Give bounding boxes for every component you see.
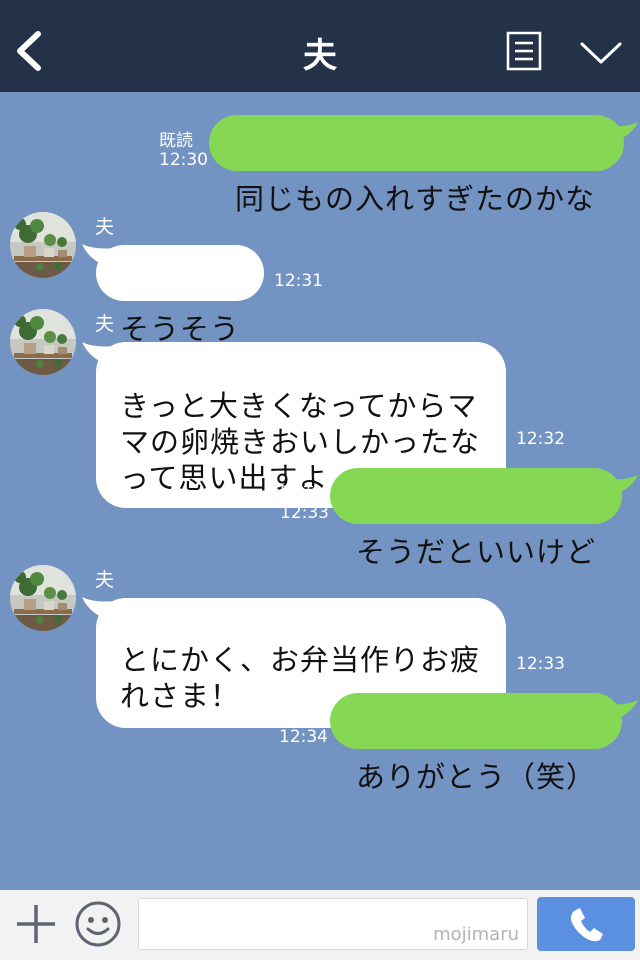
plus-icon <box>17 905 55 943</box>
sender-name: 夫 <box>95 313 115 335</box>
chat-area[interactable]: 既読 12:30 同じもの入れすぎたのかな 夫 そうそう 12:31 夫 きっと… <box>0 92 640 890</box>
message-time: 12:30 <box>159 150 208 170</box>
sent-message-bubble: ありがとう（笑） <box>330 693 623 794</box>
dropdown-button[interactable] <box>578 36 624 70</box>
sender-name: 夫 <box>95 569 115 591</box>
message-text: そうだといいけど <box>356 535 597 569</box>
message-text: ありがとう（笑） <box>356 760 597 794</box>
watermark: mojimaru <box>433 924 519 945</box>
menu-button[interactable] <box>506 31 542 71</box>
bubble-tail <box>604 700 638 722</box>
call-button[interactable] <box>537 897 635 951</box>
add-button[interactable] <box>14 902 58 946</box>
avatar[interactable] <box>10 565 76 631</box>
chat-title: 夫 <box>303 36 337 76</box>
bubble-tail <box>604 475 638 497</box>
message-meta: 既読 12:33 <box>280 485 329 523</box>
bubble-tail <box>604 122 638 144</box>
smiley-icon <box>75 901 121 947</box>
sent-message-bubble: そうだといいけど <box>330 468 623 569</box>
plant-avatar-icon <box>10 212 76 278</box>
chevron-down-icon <box>580 42 622 64</box>
sent-message-bubble: 同じもの入れすぎたのかな <box>209 115 624 216</box>
message-meta: 既読 12:34 <box>279 709 328 747</box>
message-text: そうそう <box>120 312 241 346</box>
sender-name: 夫 <box>95 216 115 238</box>
message-time: 12:33 <box>516 654 565 674</box>
plant-avatar-icon <box>10 565 76 631</box>
message-meta: 既読 12:30 <box>159 132 208 170</box>
message-text: 同じもの入れすぎたのかな <box>235 182 596 216</box>
chat-header: 夫 <box>0 0 640 92</box>
list-icon <box>506 31 542 71</box>
message-input[interactable]: mojimaru <box>138 898 528 950</box>
phone-icon <box>570 908 603 942</box>
message-time: 12:34 <box>279 727 328 747</box>
avatar[interactable] <box>10 212 76 278</box>
message-time: 12:32 <box>516 429 565 449</box>
message-time: 12:33 <box>280 503 329 523</box>
plant-avatar-icon <box>10 309 76 375</box>
received-message-bubble: そうそう <box>96 245 265 346</box>
read-receipt: 既読 <box>159 131 193 151</box>
message-time: 12:31 <box>274 271 323 291</box>
read-receipt: 既読 <box>280 484 314 504</box>
emoji-button[interactable] <box>74 900 122 948</box>
avatar[interactable] <box>10 309 76 375</box>
read-receipt: 既読 <box>279 708 313 728</box>
